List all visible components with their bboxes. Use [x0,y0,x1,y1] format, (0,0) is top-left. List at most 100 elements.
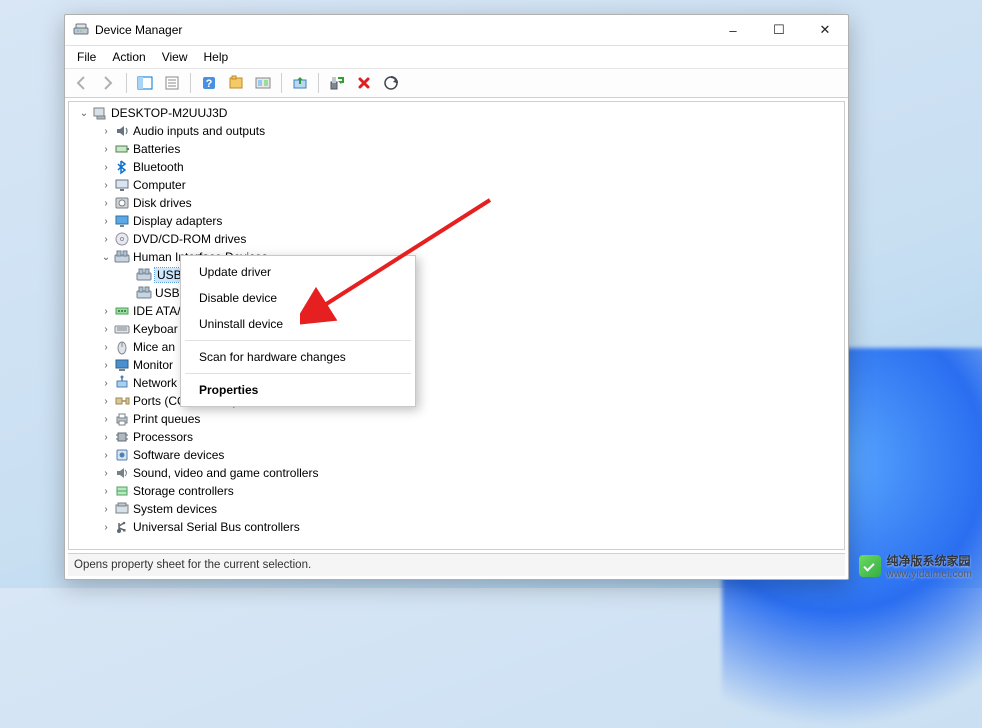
window-buttons: – ☐ ✕ [710,15,848,45]
network-icon [114,375,130,391]
disk-icon [114,195,130,211]
context-menu-divider [185,373,411,374]
tree-label: System devices [133,502,217,516]
tree-category-software[interactable]: › Software devices [69,446,844,464]
context-menu: Update driverDisable deviceUninstall dev… [180,255,416,407]
expand-chevron[interactable]: › [99,450,113,461]
expand-chevron[interactable]: › [99,234,113,245]
expand-chevron[interactable]: ⌄ [99,252,113,263]
window-title: Device Manager [95,23,710,37]
expand-chevron[interactable]: › [99,198,113,209]
expand-chevron[interactable]: › [99,414,113,425]
uninstall-device-button[interactable] [352,71,376,95]
tree-category-dvd[interactable]: ›DVD/CD-ROM drives [69,230,844,248]
update-driver-button[interactable] [288,71,312,95]
scan-hardware-icon [383,75,399,91]
watermark: 纯净版系统家园 www.yidaimei.com [859,552,972,580]
help-button[interactable]: ? [197,71,221,95]
show-hide-console-tree-button[interactable] [133,71,157,95]
toolbar-separator [318,73,319,93]
menubar: File Action View Help [65,46,848,69]
context-menu-properties[interactable]: Properties [183,377,413,403]
enable-device-icon [329,75,345,91]
show-hide-console-tree-icon [137,75,153,91]
back-icon [73,75,89,91]
app-icon [73,22,89,38]
expand-chevron[interactable]: › [99,468,113,479]
menu-action[interactable]: Action [104,48,153,66]
expand-chevron[interactable]: › [99,378,113,389]
expand-chevron[interactable]: › [99,324,113,335]
pc-icon [92,105,108,121]
expand-chevron[interactable]: › [99,504,113,515]
expand-chevron[interactable]: ⌄ [77,108,91,119]
expand-chevron[interactable]: › [99,396,113,407]
tree-label: Disk drives [133,196,192,210]
expand-chevron[interactable]: › [99,360,113,371]
action-button[interactable] [251,71,275,95]
tree-category-cpu[interactable]: ›Processors [69,428,844,446]
keyboard-icon [114,321,130,337]
tree-category-audio[interactable]: ›Audio inputs and outputs [69,122,844,140]
tree-label: Storage controllers [133,484,234,498]
statusbar: Opens property sheet for the current sel… [68,553,845,576]
tree-label: Software devices [133,448,224,462]
close-button[interactable]: ✕ [802,15,848,45]
expand-chevron[interactable]: › [99,522,113,533]
monitor-icon [114,357,130,373]
software-icon [114,447,130,463]
tree-category-sound[interactable]: ›Sound, video and game controllers [69,464,844,482]
tree-label: IDE ATA/ [133,304,181,318]
tree-category-display[interactable]: ›Display adapters [69,212,844,230]
tree-label: Universal Serial Bus controllers [133,520,300,534]
svg-text:?: ? [206,78,213,90]
tree-label: Mice an [133,340,175,354]
uninstall-device-icon [356,75,372,91]
audio-icon [114,123,130,139]
toolbar-separator [281,73,282,93]
titlebar[interactable]: Device Manager – ☐ ✕ [65,15,848,46]
context-menu-divider [185,340,411,341]
context-menu-update-driver[interactable]: Update driver [183,259,413,285]
printer-icon [114,411,130,427]
tree-category-system[interactable]: › System devices [69,500,844,518]
help-icon: ? [201,75,217,91]
tree-label: DESKTOP-M2UUJ3D [111,106,227,120]
tree-root[interactable]: ⌄ DESKTOP-M2UUJ3D [69,104,844,122]
forward-button [96,71,120,95]
tree-category-battery[interactable]: ›Batteries [69,140,844,158]
expand-chevron[interactable]: › [99,144,113,155]
properties-button[interactable] [160,71,184,95]
tree-category-usb[interactable]: › Universal Serial Bus controllers [69,518,844,536]
menu-view[interactable]: View [154,48,196,66]
context-menu-scan-for-hardware-changes[interactable]: Scan for hardware changes [183,344,413,370]
hid-icon [114,249,130,265]
expand-chevron[interactable]: › [99,306,113,317]
bluetooth-icon [114,159,130,175]
tree-label: USB [155,286,180,300]
menu-help[interactable]: Help [196,48,237,66]
maximize-button[interactable]: ☐ [756,15,802,45]
expand-chevron[interactable]: › [99,180,113,191]
scan-hardware-button[interactable] [379,71,403,95]
enable-device-button[interactable] [325,71,349,95]
expand-chevron[interactable]: › [99,126,113,137]
cpu-icon [114,429,130,445]
tree-category-computer[interactable]: ›Computer [69,176,844,194]
tree-category-printer[interactable]: ›Print queues [69,410,844,428]
expand-chevron[interactable]: › [99,432,113,443]
show-hidden-button[interactable] [224,71,248,95]
context-menu-disable-device[interactable]: Disable device [183,285,413,311]
expand-chevron[interactable]: › [99,216,113,227]
expand-chevron[interactable]: › [99,342,113,353]
tree-category-storage[interactable]: › Storage controllers [69,482,844,500]
context-menu-uninstall-device[interactable]: Uninstall device [183,311,413,337]
computer-icon [114,177,130,193]
menu-file[interactable]: File [69,48,104,66]
show-hidden-icon [228,75,244,91]
expand-chevron[interactable]: › [99,486,113,497]
tree-category-disk[interactable]: › Disk drives [69,194,844,212]
expand-chevron[interactable]: › [99,162,113,173]
tree-category-bluetooth[interactable]: ›Bluetooth [69,158,844,176]
minimize-button[interactable]: – [710,15,756,45]
